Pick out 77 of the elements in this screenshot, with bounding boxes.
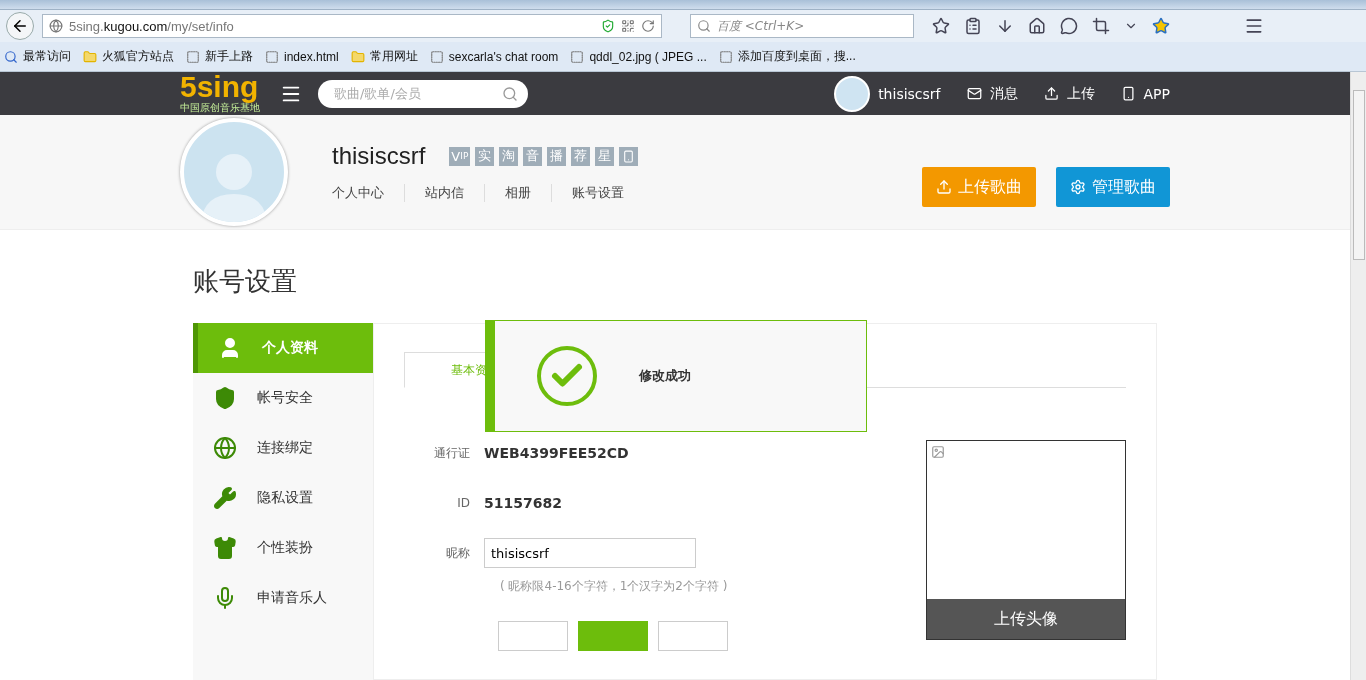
user-link[interactable]: thisiscsrf <box>834 75 941 112</box>
profile-name: thisiscsrf <box>332 142 426 171</box>
header-link[interactable]: 消息 <box>966 84 1018 103</box>
phone-icon <box>1120 86 1136 102</box>
profile-badge: 荐 <box>571 146 591 166</box>
upload-avatar-button[interactable]: 上传头像 <box>927 599 1125 639</box>
profile-badge: 星 <box>595 146 615 166</box>
bookmark-item[interactable]: 添加百度到桌面，搜... <box>718 48 856 65</box>
star-icon[interactable] <box>1152 17 1170 35</box>
profile-badge: 实 <box>475 146 495 166</box>
bookmark-item[interactable]: 常用网址 <box>350 48 418 65</box>
clipboard-icon[interactable] <box>964 17 982 35</box>
back-button[interactable] <box>6 12 34 40</box>
crop-icon[interactable] <box>1092 17 1110 35</box>
profile-nav-link[interactable]: 个人中心 <box>332 184 404 203</box>
wrench-icon <box>213 486 237 510</box>
folder-icon <box>350 49 365 64</box>
page-title: 账号设置 <box>193 265 298 298</box>
search-icon <box>697 19 711 33</box>
search-icon <box>4 49 18 64</box>
header-link[interactable]: 上传 <box>1043 84 1095 103</box>
field-value: 51157682 <box>484 495 562 511</box>
bookmark-item[interactable]: 火狐官方站点 <box>83 48 174 65</box>
bookmark-item[interactable]: qddl_02.jpg ( JPEG ... <box>570 49 707 64</box>
shield-icon <box>601 19 615 33</box>
sidebar-item[interactable]: 申请音乐人 <box>193 573 373 623</box>
site-logo[interactable]: 5sing 中国原创音乐基地 <box>180 72 260 115</box>
upload-icon <box>936 179 952 196</box>
nickname-input[interactable]: thisiscsrf <box>484 538 696 568</box>
avatar-icon <box>834 75 871 112</box>
scrollbar[interactable] <box>1350 72 1366 680</box>
gear-icon <box>1070 179 1086 196</box>
download-icon[interactable] <box>996 17 1014 35</box>
shirt-icon <box>213 536 237 560</box>
search-field[interactable]: 百度 <Ctrl+K> <box>690 14 914 38</box>
menu-icon[interactable] <box>1244 16 1264 36</box>
field-label: 昵称 <box>445 544 471 562</box>
profile-badge: 淘 <box>499 146 519 166</box>
mail-icon <box>966 86 982 102</box>
page-icon <box>186 49 200 64</box>
bookmark-item[interactable]: index.html <box>265 49 339 64</box>
page-icon <box>265 49 279 64</box>
shield-icon <box>213 386 237 410</box>
sidebar-item[interactable]: 个性装扮 <box>193 523 373 573</box>
page-icon <box>429 49 444 64</box>
field-value: WEB4399FEE52CD <box>484 445 629 461</box>
sidebar-item[interactable]: 连接绑定 <box>193 423 373 473</box>
bookmark-star-icon[interactable] <box>932 17 950 35</box>
profile-nav-link[interactable]: 相册 <box>484 184 551 203</box>
profile-nav-link[interactable]: 站内信 <box>404 184 484 203</box>
page-icon <box>570 49 585 64</box>
address-bar[interactable]: 5sing.kugou.com/my/set/info <box>42 14 662 38</box>
phone-badge-icon <box>619 146 639 166</box>
search-icon[interactable] <box>502 85 518 102</box>
bookmark-item[interactable]: 新手上路 <box>186 48 253 65</box>
broken-image-icon <box>931 445 945 459</box>
profile-badge: 播 <box>547 146 567 166</box>
profile-badge: 音 <box>523 146 543 166</box>
sidebar-item[interactable]: 隐私设置 <box>193 473 373 523</box>
field-hint: ( 昵称限4-16个字符，1个汉字为2个字符 ) <box>500 578 729 595</box>
upload-icon <box>1043 86 1059 102</box>
header-link[interactable]: APP <box>1120 85 1170 102</box>
field-label: ID <box>456 496 471 510</box>
field-label: 通行证 <box>433 444 471 462</box>
bookmark-item[interactable]: 最常访问 <box>4 48 71 65</box>
folder-icon <box>83 49 97 64</box>
sidebar-item[interactable]: 帐号安全 <box>193 373 373 423</box>
reload-icon[interactable] <box>641 19 655 33</box>
bookmark-item[interactable]: sexcarla's chat room <box>429 49 559 64</box>
check-icon <box>537 346 597 406</box>
profile-nav-link[interactable]: 账号设置 <box>551 184 644 203</box>
chat-icon[interactable] <box>1060 17 1078 35</box>
qr-code-icon[interactable] <box>621 19 635 33</box>
page-icon <box>718 49 733 64</box>
home-icon[interactable] <box>1028 17 1046 35</box>
globe-icon <box>49 19 63 33</box>
toast-message: 修改成功 <box>639 367 691 385</box>
